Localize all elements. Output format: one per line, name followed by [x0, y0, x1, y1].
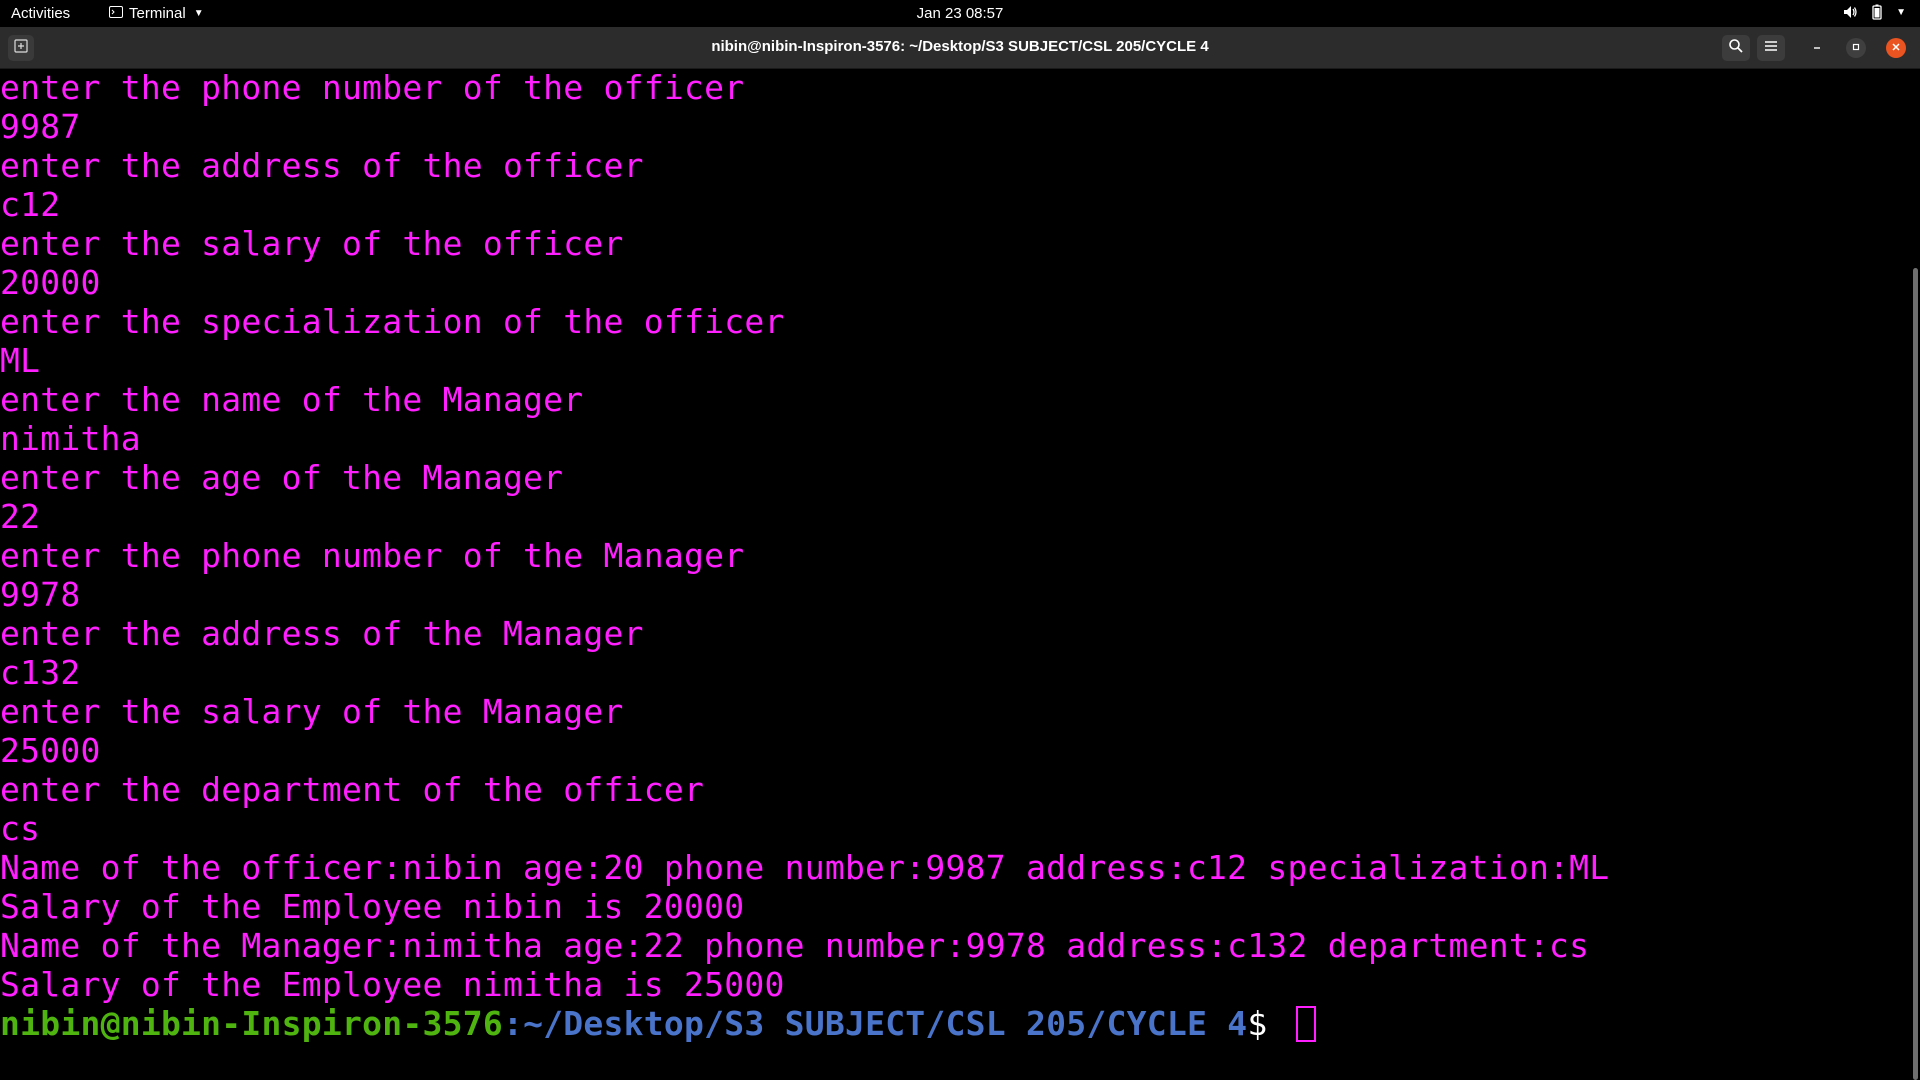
maximize-button[interactable]: [1846, 38, 1866, 58]
terminal-line: enter the phone number of the officer: [0, 68, 745, 107]
terminal-line: Salary of the Employee nibin is 20000: [0, 887, 745, 926]
activities-button[interactable]: Activities: [11, 5, 70, 22]
app-menu[interactable]: Terminal ▼: [109, 5, 204, 22]
close-button[interactable]: [1886, 38, 1906, 58]
battery-icon: [1870, 4, 1884, 20]
clock[interactable]: Jan 23 08:57: [0, 5, 1920, 22]
terminal-line: enter the name of the Manager: [0, 380, 584, 419]
system-tray[interactable]: ▼: [1842, 4, 1906, 20]
app-menu-label: Terminal: [129, 5, 186, 22]
chevron-down-icon: ▼: [193, 8, 204, 19]
terminal-line: cs: [0, 809, 41, 848]
volume-icon: [1842, 4, 1858, 20]
terminal-line: enter the address of the Manager: [0, 614, 644, 653]
minimize-button[interactable]: [1807, 38, 1827, 58]
terminal-line: Salary of the Employee nimitha is 25000: [0, 965, 785, 1004]
window-title: nibin@nibin-Inspiron-3576: ~/Desktop/S3 …: [711, 38, 1209, 55]
maximize-icon: [1851, 39, 1861, 57]
terminal-line: enter the age of the Manager: [0, 458, 564, 497]
close-icon: [1891, 39, 1901, 57]
terminal-line: 9987: [0, 107, 81, 146]
menu-button[interactable]: [1757, 35, 1785, 61]
new-tab-button[interactable]: [8, 35, 34, 61]
search-button[interactable]: [1722, 35, 1750, 61]
text-cursor: [1295, 1006, 1316, 1042]
new-tab-icon: [14, 38, 28, 58]
terminal-line: Name of the officer:nibin age:20 phone n…: [0, 848, 1610, 887]
search-icon: [1728, 38, 1744, 59]
hamburger-menu-icon: [1764, 39, 1778, 57]
terminal-line: nimitha: [0, 419, 141, 458]
gnome-top-bar: Activities Terminal ▼ Jan 23 08:57 ▼: [0, 0, 1920, 27]
prompt-user-host: nibin@nibin-Inspiron-3576: [0, 1004, 503, 1043]
chevron-down-icon: ▼: [1896, 6, 1906, 18]
terminal-line: Name of the Manager:nimitha age:22 phone…: [0, 926, 1590, 965]
scrollbar[interactable]: [1913, 268, 1918, 1080]
terminal-headerbar: nibin@nibin-Inspiron-3576: ~/Desktop/S3 …: [0, 27, 1920, 69]
terminal-line: enter the salary of the officer: [0, 224, 624, 263]
terminal-line: 25000: [0, 731, 101, 770]
minimize-icon: [1812, 39, 1822, 57]
terminal-app-icon: [109, 5, 123, 22]
prompt-path: :~/Desktop/S3 SUBJECT/CSL 205/CYCLE 4: [502, 1004, 1248, 1043]
prompt-symbol: $: [1247, 1004, 1288, 1043]
terminal-line: c132: [0, 653, 81, 692]
terminal-line: enter the department of the officer: [0, 770, 705, 809]
terminal-output[interactable]: enter the phone number of the officer 998…: [0, 68, 1910, 1080]
terminal-line: enter the salary of the Manager: [0, 692, 624, 731]
terminal-line: ML: [0, 341, 41, 380]
terminal-line: enter the address of the officer: [0, 146, 644, 185]
terminal-line: 9978: [0, 575, 81, 614]
prompt-line[interactable]: nibin@nibin-Inspiron-3576:~/Desktop/S3 S…: [0, 1004, 1910, 1043]
terminal-line: enter the specialization of the officer: [0, 302, 785, 341]
terminal-line: 20000: [0, 263, 101, 302]
terminal-line: c12: [0, 185, 61, 224]
terminal-line: enter the phone number of the Manager: [0, 536, 745, 575]
terminal-line: 22: [0, 497, 41, 536]
